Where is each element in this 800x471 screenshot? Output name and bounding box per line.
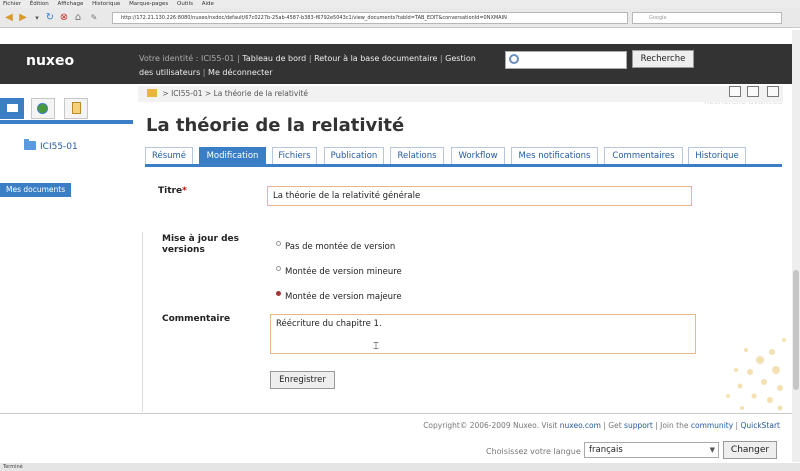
required-marker: * [182, 186, 187, 196]
title-field[interactable]: La théorie de la relativité générale [267, 186, 692, 206]
menu-aide[interactable]: Aide [202, 1, 214, 7]
decorative-dots [726, 338, 786, 411]
menu-historique[interactable]: Historique [92, 1, 120, 7]
radio-button[interactable] [276, 241, 281, 246]
document-tabs: Résumé Modification Fichiers Publication… [145, 147, 782, 167]
menu-outils[interactable]: Outils [177, 1, 193, 7]
support-link[interactable]: support [624, 421, 653, 430]
nuxeo-com-link[interactable]: nuxeo.com [560, 421, 601, 430]
copy-icon[interactable] [747, 86, 759, 97]
content-divider [142, 232, 143, 412]
language-label: Choisissez votre langue : [486, 447, 587, 456]
tab-fichiers[interactable]: Fichiers [272, 147, 317, 164]
identity-label: Votre identité : ICI55-01 [139, 54, 235, 63]
tab-commentaires[interactable]: Commentaires [604, 147, 683, 164]
tab-navigation[interactable] [0, 98, 24, 119]
tree-item-ici55-01[interactable]: ICI55-01 [24, 139, 78, 152]
browser-menubar: Fichier Édition Affichage Historique Mar… [0, 0, 800, 8]
menu-affichage[interactable]: Affichage [58, 1, 84, 7]
radio-button-checked[interactable] [276, 291, 281, 296]
radio-no-version[interactable]: Pas de montée de version [276, 241, 395, 252]
tree-item-label: ICI55-01 [40, 142, 78, 152]
menu-edition[interactable]: Édition [30, 1, 49, 7]
breadcrumb-ici55-01[interactable]: ICI55-01 [171, 89, 202, 98]
search-icon [509, 54, 519, 64]
page-title: La théorie de la relativité [146, 115, 405, 136]
folder-icon [24, 139, 36, 150]
user-links: Votre identité : ICI55-01 | Tableau de b… [139, 54, 476, 77]
radio-minor-version[interactable]: Montée de version mineure [276, 266, 402, 277]
tab-historique[interactable]: Historique [688, 147, 746, 164]
chevron-down-icon: ▼ [709, 446, 715, 454]
tab-resume[interactable]: Résumé [145, 147, 193, 164]
up-folder-icon[interactable] [147, 89, 157, 97]
browser-statusbar: Terminé [0, 463, 800, 471]
globe-icon [37, 103, 48, 114]
save-button[interactable]: Enregistrer [270, 371, 335, 389]
mes-documents-tab[interactable]: Mes documents [0, 183, 71, 197]
back-icon[interactable]: ◀ [3, 12, 15, 24]
reload-icon[interactable]: ↻ [44, 12, 56, 24]
scrollbar[interactable] [792, 30, 800, 462]
browser-search-input[interactable]: Google [632, 12, 782, 24]
left-panel-tabs [0, 98, 133, 124]
mouse-cursor-icon: ⌶ [373, 341, 379, 352]
change-language-button[interactable]: Changer [723, 441, 777, 459]
comment-field[interactable]: Réécriture du chapitre 1. [270, 314, 696, 354]
nuxeo-logo[interactable]: nuxeo [26, 53, 74, 69]
versions-label: Mise à jour des versions [162, 234, 239, 255]
bookmark-icon[interactable]: ✎ [88, 12, 100, 24]
tab-domains[interactable] [31, 98, 55, 119]
history-dropdown-icon[interactable]: ▾ [31, 12, 43, 24]
tab-workflow[interactable]: Workflow [451, 147, 505, 164]
breadcrumb-current: La théorie de la relativité [213, 89, 308, 98]
footer-divider [0, 413, 800, 414]
quickstart-link[interactable]: QuickStart [740, 421, 780, 430]
url-input[interactable]: http://172.21.130.226:8080/nuxeo/nxdoc/d… [112, 12, 628, 24]
forward-icon[interactable]: ▶ [17, 12, 29, 24]
menu-marque-pages[interactable]: Marque-pages [129, 1, 168, 7]
tab-modification[interactable]: Modification [199, 147, 266, 164]
radio-button[interactable] [276, 266, 281, 271]
tab-publication[interactable]: Publication [324, 147, 384, 164]
search-input[interactable] [505, 51, 627, 69]
print-icon[interactable] [767, 86, 779, 97]
footer-copyright: Copyright© 2006-2009 Nuxeo. Visit nuxeo.… [423, 421, 780, 430]
breadcrumb: > ICI55-01 > La théorie de la relativité [147, 89, 308, 98]
community-link[interactable]: community [691, 421, 733, 430]
tab-clipboard[interactable] [64, 98, 88, 119]
tab-relations[interactable]: Relations [390, 147, 444, 164]
tab-notifications[interactable]: Mes notifications [511, 147, 598, 164]
language-select[interactable]: français ▼ [584, 442, 719, 458]
doc-base-link[interactable]: Retour à la base documentaire [314, 54, 437, 63]
browser-toolbar: ◀ ▶ ▾ ↻ ⊗ ⌂ ✎ http://172.21.130.226:8080… [0, 8, 800, 28]
dashboard-link[interactable]: Tableau de bord [242, 54, 306, 63]
home-icon[interactable]: ⌂ [72, 12, 84, 24]
search-button[interactable]: Recherche [632, 50, 694, 68]
stop-icon[interactable]: ⊗ [58, 12, 70, 24]
menu-fichier[interactable]: Fichier [3, 1, 21, 7]
title-label: Titre* [158, 186, 187, 196]
comment-label: Commentaire [162, 314, 231, 324]
folder-icon [7, 104, 18, 112]
scrollbar-thumb[interactable] [793, 270, 799, 390]
clipboard-icon [72, 102, 81, 114]
radio-major-version[interactable]: Montée de version majeure [276, 291, 402, 302]
email-icon[interactable] [729, 86, 741, 97]
logout-link[interactable]: Me déconnecter [208, 68, 272, 77]
